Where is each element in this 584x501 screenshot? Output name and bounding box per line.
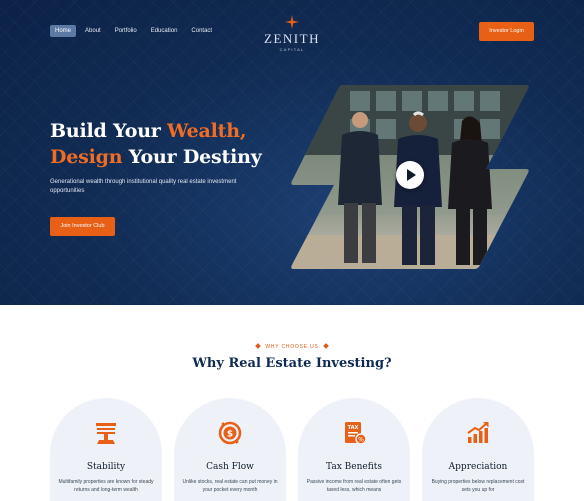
nav-contact[interactable]: Contact (186, 25, 217, 37)
balance-icon (96, 423, 116, 444)
play-icon (407, 169, 416, 181)
main-nav: Home About Portfolio Education Contact (50, 25, 217, 37)
card-title: Stability (86, 462, 126, 472)
card-title: Cash Flow (206, 462, 254, 472)
nav-about[interactable]: About (80, 25, 106, 37)
hero-subtext: Generational wealth through institutiona… (50, 179, 237, 194)
hero-section: Home About Portfolio Education Contact Z… (0, 0, 584, 305)
headline-part: Your Destiny (122, 146, 262, 168)
dollar-coin-icon: $ (218, 421, 242, 445)
video-play-button[interactable] (396, 161, 424, 189)
section-eyebrow: WHY CHOOSE US (0, 343, 584, 350)
card-title: Appreciation (448, 462, 508, 472)
tax-document-icon: TAX % (345, 422, 367, 445)
hero-headline: Build Your Wealth, Design Your Destiny (50, 118, 290, 170)
svg-text:$: $ (227, 430, 233, 440)
feature-card-appreciation: Appreciation Buying properties below rep… (422, 398, 534, 501)
nav-portfolio[interactable]: Portfolio (110, 25, 142, 37)
logo-subtitle: CAPITAL (279, 47, 305, 52)
investor-login-button[interactable]: Investor Login (479, 22, 534, 41)
feature-card-tax-benefits: TAX % Tax Benefits Passive income from r… (298, 398, 410, 501)
eyebrow-label: WHY CHOOSE US (265, 344, 319, 350)
card-text: Buying properties below replacement cost… (431, 479, 525, 493)
card-text: Unlike stocks, real estate can put money… (182, 479, 278, 493)
svg-text:TAX: TAX (348, 425, 359, 431)
feature-card-cash-flow: $ Cash Flow Unlike stocks, real estate c… (174, 398, 286, 501)
join-investor-club-button[interactable]: Join Investor Club (50, 217, 115, 236)
headline-part: Build Your (50, 120, 168, 142)
nav-education[interactable]: Education (146, 25, 183, 37)
card-text: Passive income from real estate often ge… (306, 479, 402, 493)
four-point-star-icon (285, 15, 299, 29)
nav-home[interactable]: Home (50, 25, 77, 37)
feature-card-stability: Stability Multifamily properties are kno… (50, 398, 162, 501)
diamond-icon (255, 343, 262, 349)
headline-accent: Wealth, (167, 120, 247, 142)
logo-name: ZENITH (264, 31, 320, 46)
card-title: Tax Benefits (326, 462, 382, 472)
headline-accent: Design (50, 146, 123, 168)
section-title: Why Real Estate Investing? (192, 356, 392, 371)
growth-chart-icon (467, 422, 489, 443)
svg-text:%: % (358, 437, 364, 444)
card-text: Multifamily properties are known for ste… (58, 479, 154, 493)
diamond-icon (322, 343, 329, 349)
